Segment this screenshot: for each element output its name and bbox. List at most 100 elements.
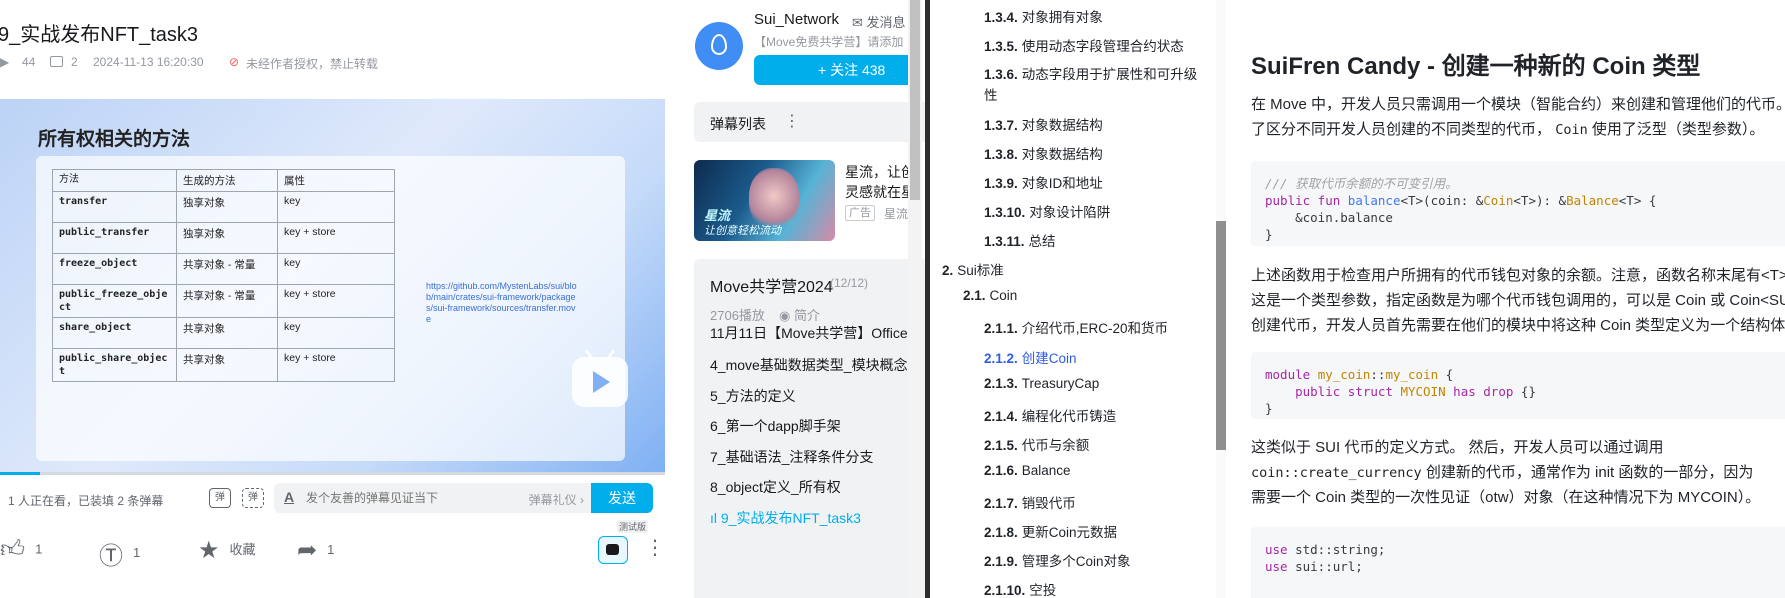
toc-number: 2.1.7.: [984, 496, 1018, 511]
toc-label: 对象设计陷阱: [1029, 205, 1111, 220]
beta-tag: 测试版: [617, 520, 649, 533]
code-block: module my_coin::my_coin { public struct …: [1251, 352, 1785, 419]
toc-label: TreasuryCap: [1021, 376, 1100, 391]
danmaku-toggle-icon[interactable]: 弹: [209, 488, 231, 508]
ad-image[interactable]: 星流 让创意轻松流动: [694, 160, 835, 241]
toc-item-continued[interactable]: 性: [984, 84, 998, 104]
video-player[interactable]: 所有权相关的方法 方法 生成的方法 属性 transfer 独享对象 key pub…: [0, 99, 665, 474]
playlist-item[interactable]: 5_方法的定义: [710, 386, 930, 406]
mail-icon: ✉: [852, 15, 863, 30]
toc-item[interactable]: 2.1.7. 销毁代币: [984, 492, 1076, 512]
play-icon[interactable]: [572, 349, 628, 407]
playlist-item-active[interactable]: ıl 9_实战发布NFT_task3: [710, 508, 930, 528]
article-paragraph: 创建代币，开发人员首先需要在他们的模块中将这种 Coin 类型定义为一个结构体。: [1251, 317, 1785, 334]
slide-cell: public_transfer: [52, 222, 177, 254]
toc-label: 创建Coin: [1021, 351, 1077, 366]
toc-item[interactable]: 1.3.4. 对象拥有对象: [984, 6, 1103, 26]
code-comment: /// 获取代币余额的不可变引用。: [1265, 176, 1458, 191]
toc-item[interactable]: 2.1.3. TreasuryCap: [984, 376, 1099, 391]
left-scrollbar-thumb[interactable]: [910, 0, 920, 200]
share-button[interactable]: ➦ 1: [297, 536, 334, 565]
playlist-intro-button[interactable]: ◉ 简介: [779, 305, 820, 324]
toc-item[interactable]: 2.1.10. 空投: [984, 579, 1056, 598]
playlist-item[interactable]: 4_move基础数据类型_模块概念: [710, 355, 930, 375]
playlist-panel: Move共学营2024 (12/12) 2706播放 ◉ 简介 11月11日【M…: [694, 259, 930, 598]
inline-code: Coin: [1555, 122, 1588, 138]
danmaku-list-header[interactable]: 弹幕列表 ⋮: [694, 102, 930, 142]
toc-label: 对象数据结构: [1021, 147, 1103, 162]
toc-item[interactable]: 1.3.11. 总结: [984, 230, 1056, 250]
ai-assistant-icon[interactable]: [598, 536, 628, 564]
slide-cell: transfer: [52, 191, 177, 223]
article-paragraph: 了区分不同开发人员创建的不同类型的代币， Coin 使用了泛型（类型参数）。: [1251, 117, 1764, 143]
article-paragraph: 这类似于 SUI 代币的定义方式。 然后，开发人员可以通过调用: [1251, 439, 1664, 456]
text-style-icon[interactable]: A: [284, 489, 294, 505]
like-button[interactable]: 👍︎ 1: [0, 536, 42, 564]
uploader-avatar[interactable]: [695, 22, 743, 70]
toc-number: 2.1.: [963, 288, 986, 303]
send-danmaku-button[interactable]: 发送: [591, 483, 653, 513]
uploader-name[interactable]: Sui_Network: [754, 11, 839, 28]
slide-cell: key + store: [277, 284, 395, 318]
playlist-item[interactable]: 11月11日【Move共学营】Office: [710, 323, 930, 343]
toc-label: 代币与余额: [1021, 438, 1090, 453]
toc-number: 1.3.7.: [984, 118, 1018, 133]
slide-cell: share_object: [52, 317, 177, 349]
favorite-label: 收藏: [229, 541, 256, 557]
toc-number: 2.1.10.: [984, 583, 1026, 598]
toc-label: 空投: [1029, 583, 1057, 598]
coin-button[interactable]: Ⓣ 1: [99, 536, 140, 571]
more-options-icon[interactable]: ⋮: [645, 538, 665, 558]
toc-label: 对象ID和地址: [1021, 176, 1103, 191]
toc-item[interactable]: 1.3.5. 使用动态字段管理合约状态: [984, 35, 1184, 55]
toc-item-active[interactable]: 2.1.2. 创建Coin: [984, 347, 1077, 367]
playlist-intro-label: 简介: [793, 308, 820, 323]
slide-cell: key + store: [277, 222, 395, 254]
favorite-button[interactable]: ★ 收藏: [198, 536, 256, 565]
send-message-label: 发消息: [866, 15, 906, 30]
follow-button[interactable]: + 关注 438: [754, 55, 914, 85]
toc-item[interactable]: 2.1.6. Balance: [984, 463, 1071, 478]
danmaku-input[interactable]: [306, 488, 486, 508]
share-arrow-icon: ➦: [297, 537, 318, 564]
danmaku-etiquette-link[interactable]: 弹幕礼仪 ›: [529, 491, 584, 508]
toc-item[interactable]: 1.3.9. 对象ID和地址: [984, 172, 1103, 192]
danmaku-list-more-icon[interactable]: ⋮: [784, 111, 800, 131]
playlist-item[interactable]: 8_object定义_所有权: [710, 477, 930, 497]
article-paragraph: 在 Move 中，开发人员只需调用一个模块（智能合约）来创建和管理他们的代币。为: [1251, 96, 1785, 113]
toc-item[interactable]: 1.3.10. 对象设计陷阱: [984, 201, 1110, 221]
progress-bar[interactable]: [0, 472, 665, 475]
toc-item[interactable]: 2.1.4. 编程化代币铸造: [984, 405, 1116, 425]
toc-item[interactable]: 2.1.8. 更新Coin元数据: [984, 521, 1117, 541]
send-message-button[interactable]: ✉ 发消息: [852, 12, 906, 31]
playlist-item[interactable]: 7_基础语法_注释条件分支: [710, 447, 930, 467]
toc-number: 2.1.6.: [984, 463, 1018, 478]
toc-label: 总结: [1028, 234, 1056, 249]
inline-code: coin::create_currency: [1251, 465, 1422, 481]
playing-bars-icon: ıl: [710, 510, 721, 526]
code-block: use std::string; use sui::url;: [1251, 527, 1785, 598]
toc-scrollbar-thumb[interactable]: [1216, 221, 1226, 450]
toc-label: Balance: [1021, 463, 1071, 478]
play-count: 44: [22, 55, 36, 69]
toc-item[interactable]: 2.1.5. 代币与余额: [984, 434, 1089, 454]
toc-item[interactable]: 2.1.1. 介绍代币,ERC-20和货币: [984, 317, 1168, 337]
playlist-title[interactable]: Move共学营2024: [710, 273, 833, 297]
danmaku-settings-icon[interactable]: 弹: [242, 488, 264, 508]
slide-cell: key: [277, 317, 395, 349]
slide-cell: public_freeze_object: [52, 284, 177, 318]
toc-item[interactable]: 1.3.8. 对象数据结构: [984, 143, 1103, 163]
slide-header-cell: 生成的方法: [176, 169, 278, 192]
danmaku-count: 2: [71, 55, 78, 69]
toc-section[interactable]: 2.1. Coin: [963, 288, 1017, 303]
toc-item[interactable]: 1.3.6. 动态字段用于扩展性和可升级: [984, 63, 1197, 83]
toc-number: 2.1.9.: [984, 554, 1018, 569]
toc-number: 2.1.5.: [984, 438, 1018, 453]
toc-item[interactable]: 2.1.9. 管理多个Coin对象: [984, 550, 1131, 570]
text-span: 创建新的代币，通常作为 init 函数的一部分，因为: [1421, 464, 1754, 481]
copyright-notice: 未经作者授权，禁止转载: [246, 57, 379, 71]
playlist-item[interactable]: 6_第一个dapp脚手架: [710, 416, 930, 436]
toc-item[interactable]: 1.3.7. 对象数据结构: [984, 114, 1103, 134]
toc-chapter[interactable]: 2. Sui标准: [942, 259, 1004, 279]
slide-header-cell: 方法: [52, 169, 177, 192]
